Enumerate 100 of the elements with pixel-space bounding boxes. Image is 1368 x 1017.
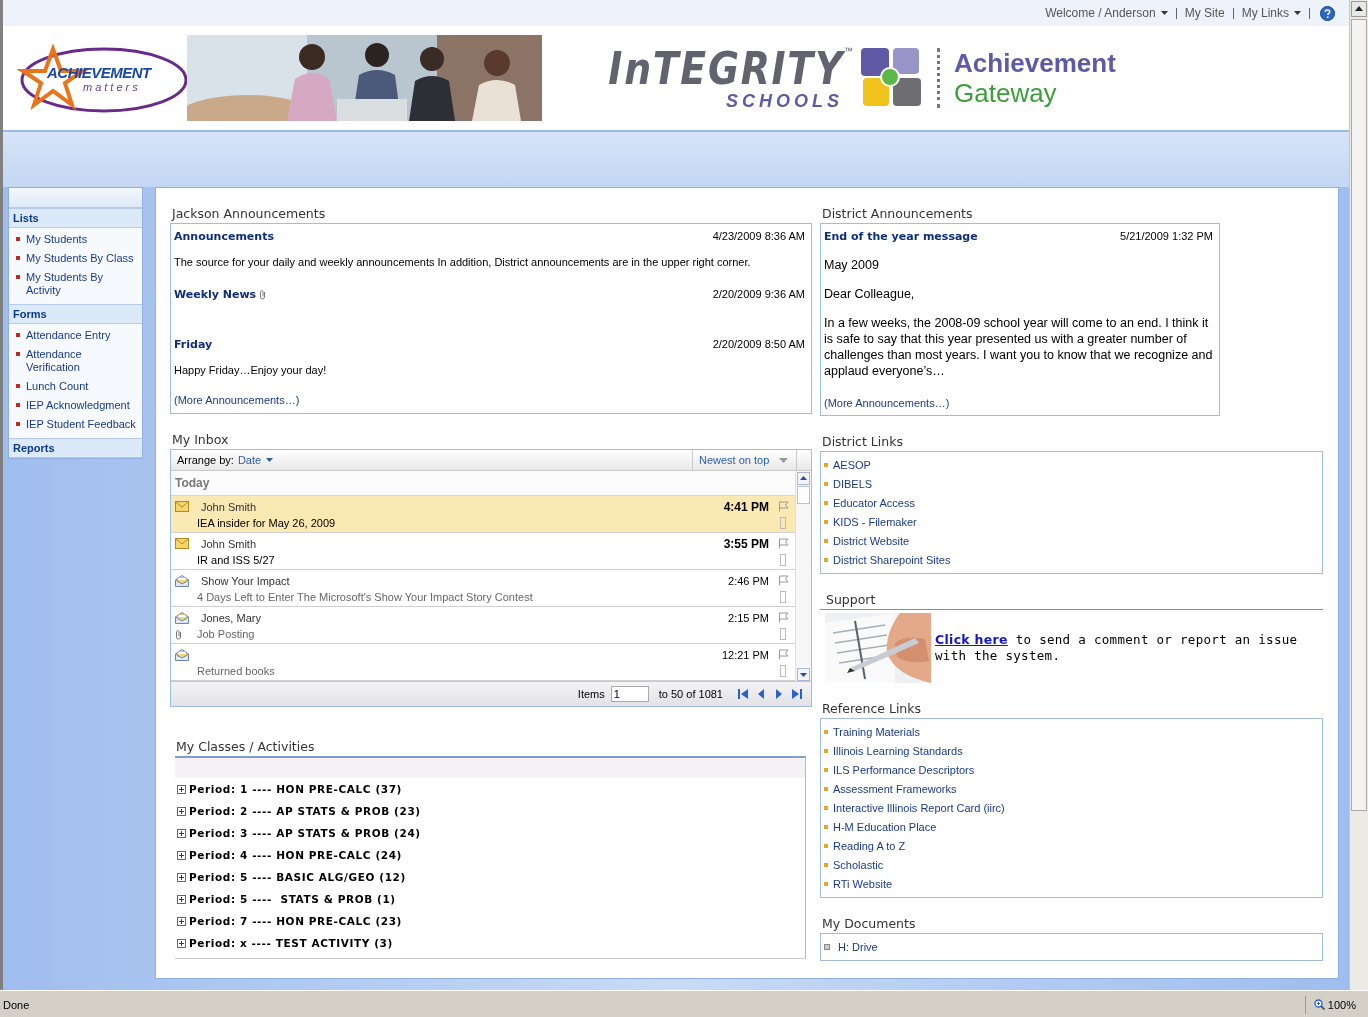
envelope-icon — [175, 538, 189, 549]
first-page-icon[interactable] — [737, 688, 749, 700]
category-marker — [780, 665, 786, 677]
announcement-text: May 2009 — [824, 257, 880, 273]
announcement-date: 2/20/2009 8:50 AM — [712, 338, 805, 350]
bullet-icon — [16, 352, 20, 356]
expand-icon[interactable] — [177, 828, 186, 838]
class-link[interactable]: Period: 5 ---- BASIC ALG/GEO (12) — [189, 871, 406, 883]
nav-link[interactable]: Attendance Entry — [26, 329, 111, 342]
message-subject: IR and ISS 5/27 — [197, 554, 276, 566]
link[interactable]: H: Drive — [838, 940, 878, 953]
class-link[interactable]: Period: 4 ---- HON PRE-CALC (24) — [189, 849, 402, 861]
flag-icon[interactable] — [777, 612, 789, 623]
scroll-up-icon[interactable] — [797, 472, 810, 485]
class-link[interactable]: Period: x ---- TEST ACTIVITY (3) — [189, 937, 393, 949]
expand-icon[interactable] — [177, 850, 186, 860]
scroll-thumb[interactable] — [1351, 19, 1367, 811]
nav-link[interactable]: IEP Acknowledgment — [26, 399, 130, 412]
school-logo-text: InTEGRITY — [608, 46, 844, 92]
more-link[interactable]: (More Announcements…) — [174, 394, 300, 406]
last-page-icon[interactable] — [791, 688, 803, 700]
scroll-up-icon[interactable] — [1351, 1, 1367, 17]
link[interactable]: AESOP — [833, 458, 871, 471]
link[interactable]: Assessment Frameworks — [833, 782, 957, 795]
link[interactable]: District Sharepoint Sites — [833, 553, 951, 566]
more-link[interactable]: (More Announcements…) — [824, 397, 1213, 409]
message-time: 2:15 PM — [728, 611, 770, 624]
nav-link[interactable]: IEP Student Feedback — [26, 418, 136, 431]
class-link[interactable]: Period: 1 ---- HON PRE-CALC (37) — [189, 783, 402, 795]
link[interactable]: ILS Performance Descriptors — [833, 763, 975, 776]
list-scrollbar[interactable] — [795, 471, 811, 681]
flag-icon[interactable] — [777, 575, 789, 586]
category-marker — [780, 591, 786, 603]
expand-icon[interactable] — [177, 894, 186, 904]
flag-icon[interactable] — [777, 538, 789, 549]
link[interactable]: Educator Access — [833, 496, 915, 509]
expand-icon[interactable] — [177, 784, 186, 794]
top-link[interactable]: My Site — [1184, 6, 1225, 20]
nav-heading[interactable]: Forms — [9, 304, 142, 324]
section-title: District Announcements — [821, 205, 974, 223]
caret-icon — [779, 457, 788, 463]
nav-link[interactable]: My Students By Class — [26, 252, 134, 265]
top-link[interactable]: My Links — [1241, 6, 1301, 20]
open-envelope-icon — [175, 648, 189, 661]
scroll-thumb[interactable] — [797, 486, 810, 504]
bullet-icon — [824, 943, 830, 950]
link[interactable]: Interactive Illinois Report Card (iirc) — [833, 801, 1005, 814]
message-row[interactable]: Show Your Impact 2:46 PM 4 Days Left to Enter The Microsoft's Show Your Impact Story Contest — [171, 570, 795, 607]
link[interactable]: DIBELS — [833, 477, 873, 490]
scroll-down-icon[interactable] — [797, 668, 810, 681]
class-link[interactable]: Period: 3 ---- AP STATS & PROB (24) — [189, 827, 421, 839]
link[interactable]: RTi Website — [833, 877, 893, 890]
nav-heading[interactable]: Reports — [9, 438, 142, 458]
bullet-icon — [824, 786, 828, 791]
link[interactable]: Training Materials — [833, 725, 920, 738]
nav-link[interactable]: Attendance Verification — [26, 348, 138, 374]
announcement-title[interactable]: End of the year message — [824, 229, 978, 243]
link[interactable]: District Website — [833, 534, 910, 547]
expand-icon[interactable] — [177, 916, 186, 926]
link[interactable]: Scholastic — [833, 858, 884, 871]
help-icon[interactable] — [1320, 5, 1335, 21]
link[interactable]: Illinois Learning Standards — [833, 744, 963, 757]
zoom-control[interactable]: 100% — [1304, 995, 1356, 1014]
click-here-link[interactable]: Click here — [935, 632, 1008, 647]
open-envelope-icon — [175, 574, 189, 587]
expand-icon[interactable] — [177, 938, 186, 948]
caret-icon — [266, 458, 274, 462]
link[interactable]: H-M Education Place — [833, 820, 937, 833]
announcement-title[interactable]: Friday — [174, 337, 213, 351]
welcome-menu[interactable]: Welcome / Anderson — [1045, 6, 1168, 20]
message-sender: Jones, Mary — [200, 611, 262, 624]
arrange-dropdown[interactable]: Date — [237, 454, 274, 466]
bullet-icon — [16, 237, 20, 241]
expand-icon[interactable] — [177, 872, 186, 882]
flag-icon[interactable] — [777, 649, 789, 660]
nav-heading[interactable]: Lists — [9, 208, 142, 228]
page-field[interactable]: 1 — [610, 686, 649, 702]
nav-link[interactable]: Lunch Count — [26, 380, 89, 393]
announcement-title[interactable]: Announcements — [174, 229, 274, 243]
announcement-title[interactable]: Weekly News — [174, 287, 257, 301]
class-link[interactable]: Period: 7 ---- HON PRE-CALC (23) — [189, 915, 402, 927]
message-sender: Show Your Impact — [200, 574, 291, 587]
bullet-icon — [824, 805, 828, 810]
message-row[interactable]: Jones, Mary 2:15 PM Job Posting — [171, 607, 795, 644]
scrollbar[interactable] — [1349, 0, 1368, 990]
pager-range: to 50 of 1081 — [658, 688, 723, 700]
link[interactable]: Reading A to Z — [833, 839, 906, 852]
nav-link[interactable]: My Students — [26, 233, 88, 246]
sort-dropdown[interactable]: Newest on top — [692, 450, 796, 470]
expand-icon[interactable] — [177, 806, 186, 816]
class-link[interactable]: Period: 5 ---- STATS & PROB (1) — [189, 893, 396, 905]
school-logo-subtitle: SCHOOLS — [726, 92, 843, 110]
message-row[interactable]: John Smith 3:55 PM IR and ISS 5/27 — [171, 533, 795, 570]
announcement-text: The source for your daily and weekly announcements In addition, District announcements are in the upper right corner. — [174, 255, 752, 270]
message-row[interactable]: John Smith 4:41 PM IEA insider for May 26, 2009 — [171, 496, 795, 533]
nav-link[interactable]: My Students By Activity — [26, 271, 138, 297]
bullet-icon — [824, 881, 828, 886]
link[interactable]: KIDS - Filemaker — [833, 515, 917, 528]
trademark-mark: ™ — [844, 46, 853, 56]
class-link[interactable]: Period: 2 ---- AP STATS & PROB (23) — [189, 805, 421, 817]
